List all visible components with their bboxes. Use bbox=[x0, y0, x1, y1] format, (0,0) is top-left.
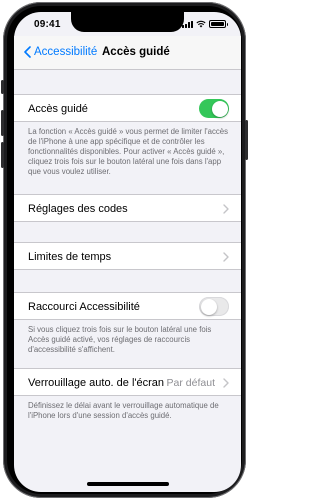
back-button-label: Accessibilité bbox=[34, 46, 98, 58]
guided-access-footer: La fonction « Accès guidé » vous permet … bbox=[28, 127, 228, 176]
volume-down-button bbox=[1, 142, 4, 168]
accessibility-shortcut-label: Raccourci Accessibilité bbox=[28, 301, 140, 313]
passcode-settings-label: Réglages des codes bbox=[28, 203, 128, 215]
notch bbox=[71, 12, 184, 32]
status-icons bbox=[182, 20, 228, 28]
auto-lock-value: Par défaut bbox=[166, 377, 215, 389]
accessibility-shortcut-footer: Si vous cliquez trois fois sur le bouton… bbox=[28, 325, 212, 354]
guided-access-label: Accès guidé bbox=[28, 103, 88, 115]
accessibility-shortcut-cell: Raccourci Accessibilité bbox=[14, 292, 241, 320]
auto-lock-footer: Définissez le délai avant le verrouillag… bbox=[28, 401, 219, 420]
side-button bbox=[245, 120, 248, 160]
page-title: Accès guidé bbox=[102, 46, 170, 58]
screen: 09:41 Accessibilité Accès guidé Accès gu… bbox=[14, 12, 241, 492]
passcode-settings-cell[interactable]: Réglages des codes bbox=[14, 194, 241, 222]
chevron-right-icon bbox=[223, 378, 229, 388]
auto-lock-label: Verrouillage auto. de l'écran bbox=[28, 377, 165, 389]
chevron-left-icon bbox=[24, 46, 31, 58]
navigation-bar: Accessibilité Accès guidé bbox=[14, 36, 241, 70]
battery-icon bbox=[209, 20, 228, 28]
time-limits-label: Limites de temps bbox=[28, 251, 112, 263]
volume-up-button bbox=[1, 110, 4, 136]
back-button[interactable]: Accessibilité bbox=[24, 46, 97, 58]
chevron-right-icon bbox=[223, 204, 229, 214]
status-time: 09:41 bbox=[34, 19, 61, 30]
guided-access-cell: Accès guidé bbox=[14, 94, 241, 122]
mute-switch bbox=[1, 80, 4, 94]
guided-access-toggle[interactable] bbox=[199, 99, 229, 118]
home-indicator[interactable] bbox=[87, 482, 169, 486]
wifi-icon bbox=[196, 20, 206, 28]
auto-lock-cell[interactable]: Verrouillage auto. de l'écran Par défaut bbox=[14, 368, 241, 396]
chevron-right-icon bbox=[223, 252, 229, 262]
accessibility-shortcut-toggle[interactable] bbox=[199, 297, 229, 316]
time-limits-cell[interactable]: Limites de temps bbox=[14, 242, 241, 270]
phone-frame: 09:41 Accessibilité Accès guidé Accès gu… bbox=[1, 2, 248, 498]
